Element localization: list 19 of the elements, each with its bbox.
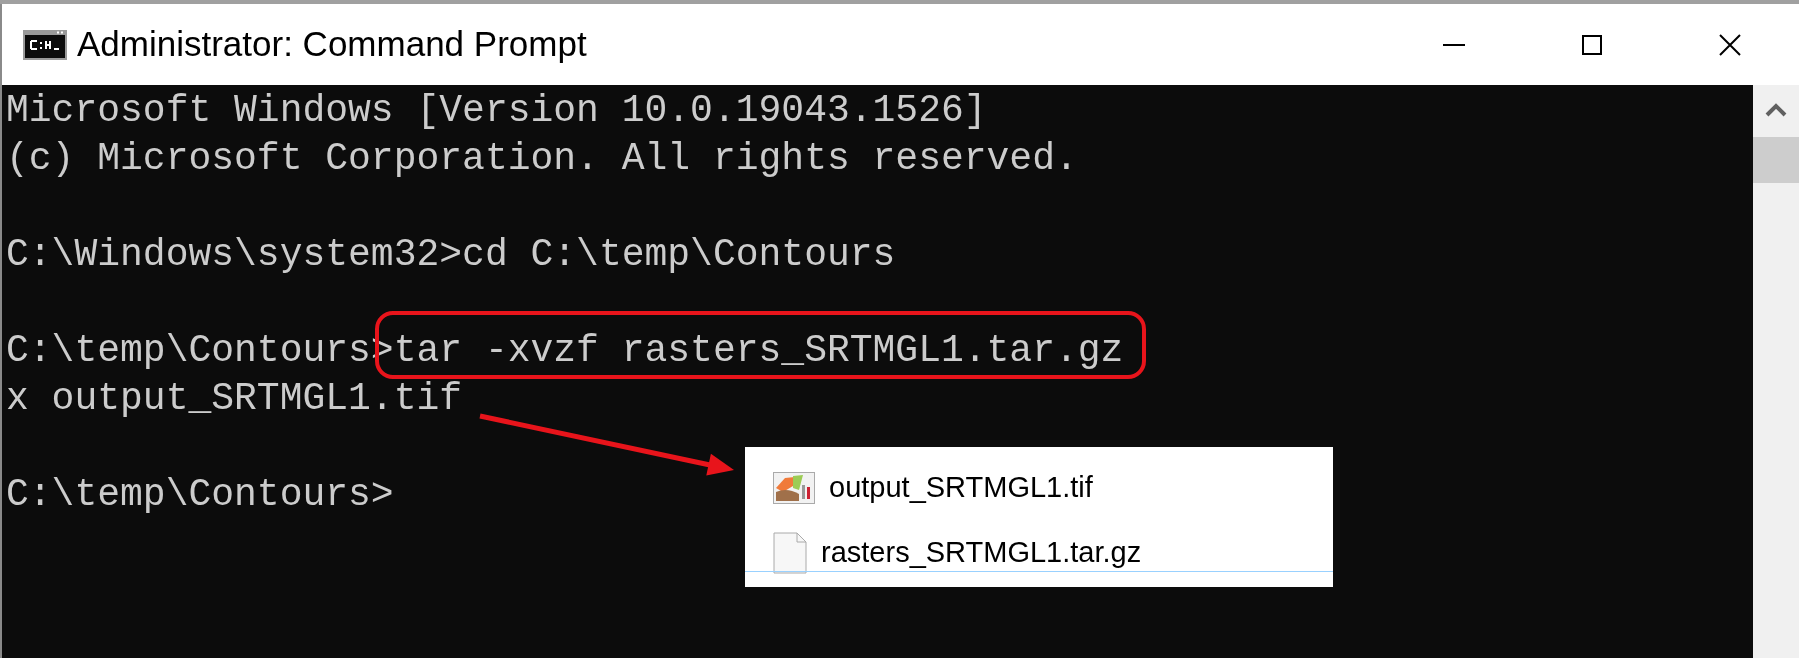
scrollbar-thumb[interactable]: [1753, 137, 1799, 183]
console-app-icon: [23, 29, 67, 60]
scroll-up-icon[interactable]: [1765, 103, 1787, 117]
file-icon: [773, 531, 807, 574]
file-name[interactable]: output_SRTMGL1.tif: [829, 465, 1093, 510]
image-file-icon: [773, 471, 815, 504]
command-prompt: C:\temp\Contours>: [6, 472, 394, 518]
console-output: Microsoft Windows [Version 10.0.19043.1526]: [6, 88, 987, 134]
close-icon: [1719, 33, 1741, 56]
scrollbar[interactable]: [1753, 85, 1799, 658]
command-text: cd C:\temp\Contours: [462, 232, 896, 278]
window-title: Administrator: Command Prompt: [77, 23, 587, 66]
command-prompt: C:\Windows\system32>: [6, 232, 463, 278]
command-text: tar -xvzf rasters_SRTMGL1.tar.gz: [393, 328, 1124, 374]
file-name[interactable]: rasters_SRTMGL1.tar.gz: [821, 530, 1142, 575]
console-output: x output_SRTMGL1.tif: [6, 376, 463, 422]
minimize-icon: [1443, 43, 1465, 46]
console-output: (c) Microsoft Corporation. All rights reserved.: [6, 136, 1078, 182]
maximize-icon: [1582, 34, 1602, 55]
